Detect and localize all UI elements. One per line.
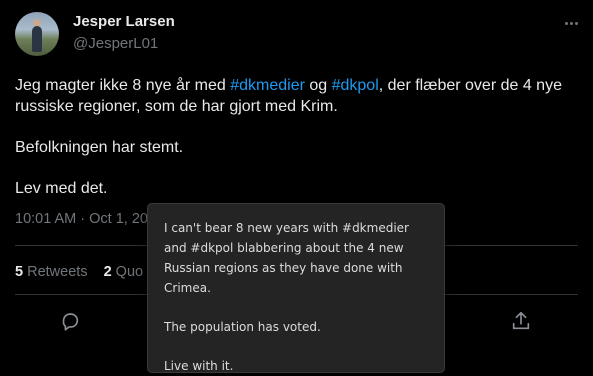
- retweets-stat[interactable]: 5 Retweets: [15, 264, 88, 280]
- more-horizontal-icon[interactable]: [560, 12, 582, 34]
- share-icon[interactable]: [510, 310, 534, 334]
- tweet-text: Jeg magter ikke 8 nye år med #dkmedier o…: [15, 75, 580, 219]
- quotes-label: Quo: [115, 264, 144, 280]
- author-name[interactable]: Jesper Larsen: [73, 13, 175, 30]
- tweet-stats: 5 Retweets 2 Quo: [15, 264, 159, 280]
- text-segment: og: [304, 77, 332, 94]
- tweet-timestamp[interactable]: 10:01 AM · Oct 1, 20: [15, 211, 148, 227]
- translated-paragraph: The population has voted.: [164, 320, 321, 334]
- quotes-count: 2: [103, 264, 112, 280]
- retweets-count: 5: [15, 264, 24, 280]
- reply-icon[interactable]: [59, 310, 83, 334]
- hashtag-link[interactable]: #dkpol: [332, 77, 379, 94]
- translated-paragraph: I can't bear 8 new years with #dkmedier …: [164, 221, 409, 295]
- text-segment: Jeg magter ikke 8 nye år med: [15, 77, 231, 94]
- tweet-paragraph: Jeg magter ikke 8 nye år med #dkmedier o…: [15, 75, 580, 117]
- quotes-stat[interactable]: 2 Quo: [104, 264, 144, 280]
- retweets-label: Retweets: [27, 264, 88, 280]
- tweet-paragraph: Befolkningen har stemt.: [15, 139, 184, 156]
- author-handle[interactable]: @JesperL01: [73, 35, 158, 52]
- translated-paragraph: Live with it.: [164, 359, 234, 373]
- avatar[interactable]: [15, 12, 59, 56]
- tweet-paragraph: Lev med det.: [15, 180, 108, 197]
- hashtag-link[interactable]: #dkmedier: [230, 77, 305, 94]
- translation-tooltip: I can't bear 8 new years with #dkmedier …: [147, 203, 445, 373]
- avatar-figure: [32, 26, 42, 52]
